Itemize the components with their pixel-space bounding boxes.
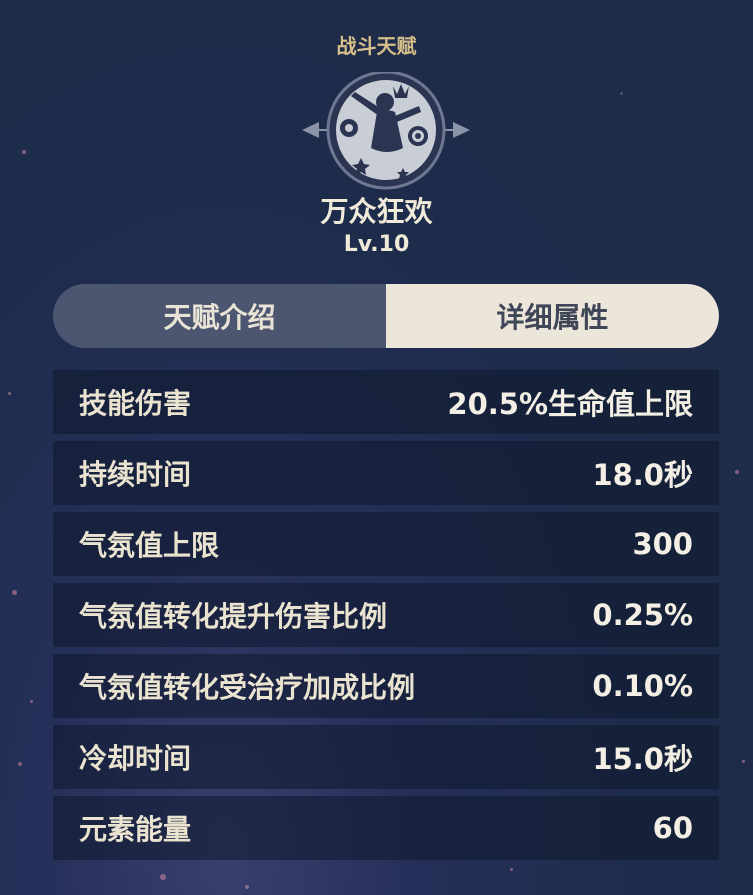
attribute-value: 0.10% [592, 669, 693, 703]
background-sparkle [22, 150, 26, 154]
background-sparkle [510, 868, 513, 871]
attribute-row: 冷却时间 15.0秒 [53, 725, 719, 789]
attribute-value: 15.0秒 [592, 742, 693, 776]
attribute-value: 18.0秒 [592, 458, 693, 492]
attribute-label: 气氛值上限 [79, 529, 220, 562]
attribute-row: 气氛值转化提升伤害比例 0.25% [53, 583, 719, 647]
attribute-value: 300 [632, 527, 693, 561]
background-sparkle [18, 762, 22, 766]
attribute-list: 技能伤害 20.5%生命值上限 持续时间 18.0秒 气氛值上限 300 气氛值… [53, 370, 719, 867]
tab-detailed-attributes[interactable]: 详细属性 [386, 284, 719, 348]
talent-name: 万众狂欢 [320, 195, 433, 228]
attribute-label: 气氛值转化提升伤害比例 [79, 600, 388, 633]
attribute-row: 气氛值上限 300 [53, 512, 719, 576]
background-sparkle [30, 700, 33, 703]
attribute-label: 技能伤害 [79, 387, 192, 420]
talent-emblem [299, 70, 473, 192]
background-sparkle [12, 590, 17, 595]
tab-talent-intro[interactable]: 天赋介绍 [53, 284, 386, 348]
attribute-row: 持续时间 18.0秒 [53, 441, 719, 505]
attribute-value: 0.25% [592, 598, 693, 632]
background-sparkle [620, 92, 623, 95]
attribute-label: 冷却时间 [79, 742, 192, 775]
background-sparkle [8, 392, 11, 395]
background-sparkle [742, 760, 745, 763]
background-sparkle [160, 874, 166, 880]
dancer-celebration-icon [302, 70, 470, 190]
attribute-value: 60 [652, 811, 693, 845]
attribute-label: 气氛值转化受治疗加成比例 [79, 671, 416, 704]
attribute-value: 20.5%生命值上限 [447, 387, 693, 421]
attribute-row: 元素能量 60 [53, 796, 719, 860]
background-sparkle [735, 470, 739, 474]
attribute-label: 元素能量 [79, 813, 192, 846]
attribute-row: 气氛值转化受治疗加成比例 0.10% [53, 654, 719, 718]
talent-tab-bar: 天赋介绍 详细属性 [53, 284, 719, 348]
tab-label: 详细属性 [496, 301, 609, 334]
tab-label: 天赋介绍 [163, 301, 276, 334]
section-title: 战斗天赋 [336, 34, 417, 58]
talent-level: Lv.10 [343, 232, 410, 257]
background-sparkle [245, 885, 249, 889]
attribute-label: 持续时间 [79, 458, 192, 491]
attribute-row: 技能伤害 20.5%生命值上限 [53, 370, 719, 434]
